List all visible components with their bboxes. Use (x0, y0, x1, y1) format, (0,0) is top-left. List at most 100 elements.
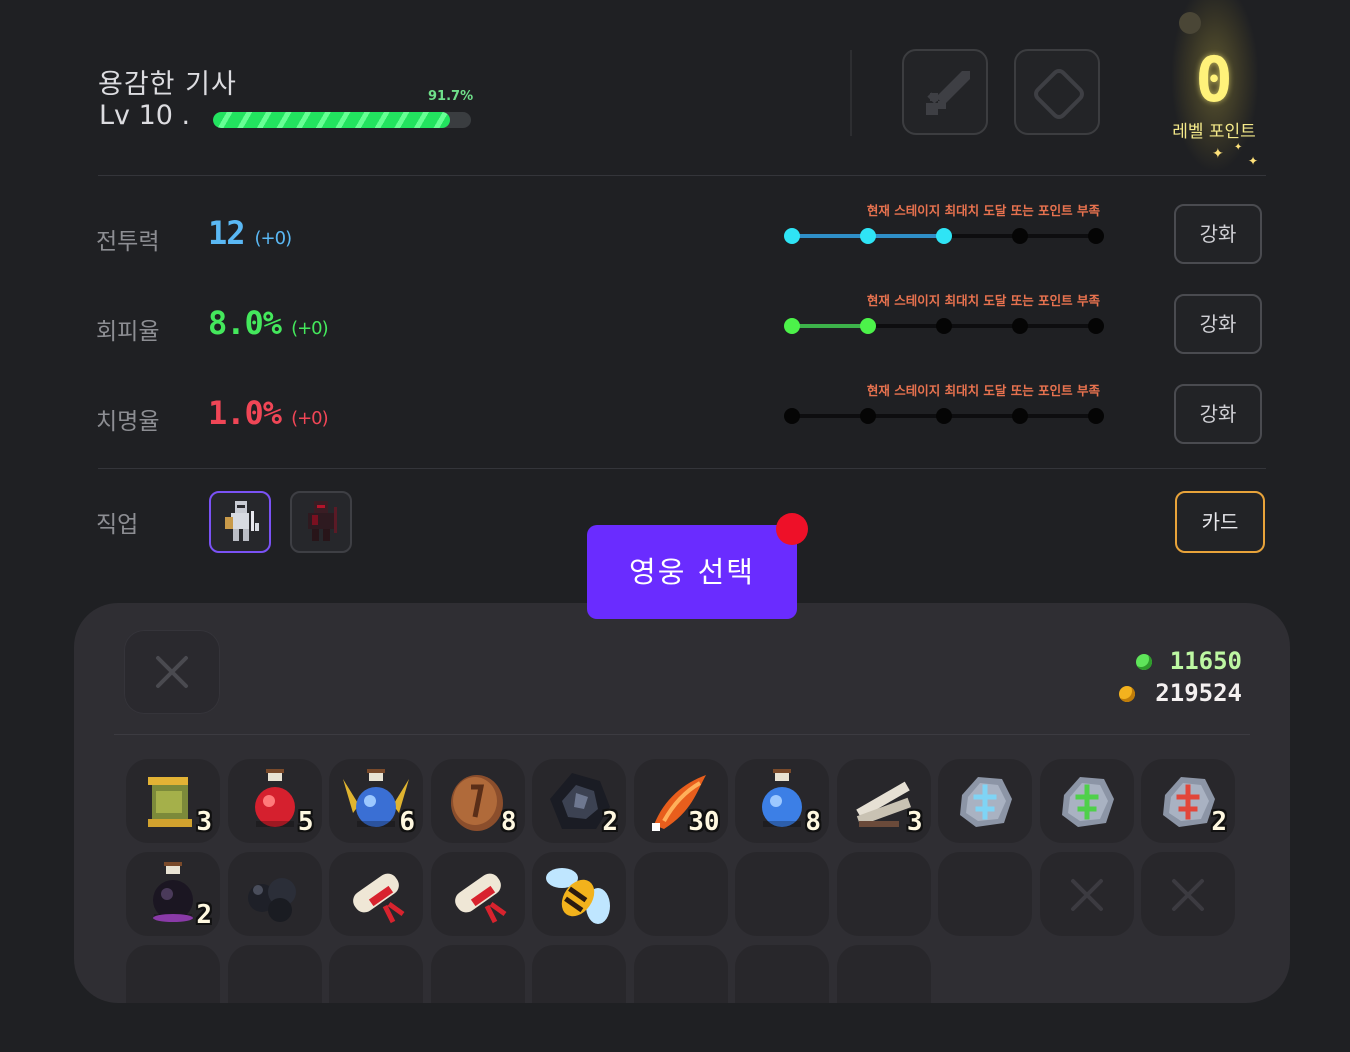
item-quantity: 2 (196, 900, 212, 930)
diamond-outline-icon (1034, 69, 1084, 119)
inventory-slot-empty (938, 852, 1032, 936)
stat-bonus: (+0) (254, 228, 293, 249)
locked-x-icon (1070, 879, 1103, 911)
equipment-slot-weapon[interactable] (902, 49, 988, 135)
stat-label: 치명율 (96, 409, 160, 435)
close-icon (156, 656, 188, 688)
inventory-slot-locked (1141, 852, 1235, 936)
hero-select-button[interactable]: 영웅 선택 (587, 525, 797, 619)
stat-bonus: (+0) (291, 408, 329, 429)
inventory-slot[interactable]: 30 (633, 759, 728, 843)
dark-knight-class-icon (308, 501, 337, 541)
scroll-icon (353, 873, 405, 924)
inventory-slot[interactable]: 3 (836, 759, 931, 843)
knight-class-icon (225, 501, 259, 541)
section-divider (98, 175, 1266, 176)
sparkle-icon: ✦ (1212, 146, 1224, 162)
stat-node-filled (860, 318, 876, 334)
upgrade-button[interactable]: 강화 (1174, 204, 1262, 264)
class-slot-dark-knight[interactable] (290, 491, 352, 553)
notification-dot (776, 513, 808, 545)
stat-value-number: 1.0% (208, 394, 282, 432)
inventory-slot[interactable]: 6 (329, 759, 423, 843)
inventory-slot[interactable]: 2 (1141, 759, 1235, 843)
item-quantity: 8 (500, 807, 517, 837)
inventory-slot-empty (633, 852, 728, 936)
inventory-slot-empty (735, 852, 829, 936)
level-point-value: 0 (1195, 43, 1233, 116)
sparkle-icon: ✦ (1248, 154, 1259, 168)
header-divider (850, 50, 852, 136)
inventory-slot[interactable] (1039, 759, 1134, 843)
stat-node-empty (1088, 408, 1104, 424)
gold-count: 219524 (1155, 679, 1242, 707)
inventory-slot-empty (836, 852, 931, 936)
inventory-slot-empty (836, 945, 931, 1003)
inventory-slot[interactable]: 8 (430, 759, 525, 843)
stat-node-empty (860, 408, 876, 424)
stat-warning-text: 현재 스테이지 최대치 도달 또는 포인트 부족 (866, 203, 1100, 218)
gem-count: 11650 (1169, 647, 1242, 675)
stat-track-fill (792, 324, 868, 328)
inventory-slot[interactable]: 3 (126, 759, 220, 843)
inventory-slot[interactable]: 8 (735, 759, 829, 843)
bee-icon (546, 868, 610, 924)
blue-rune-stone-icon (960, 777, 1012, 827)
inventory-slot[interactable] (938, 759, 1032, 843)
hero-name: 용감한 기사 (98, 69, 237, 100)
item-quantity: 3 (196, 807, 212, 837)
inventory-slot[interactable] (532, 852, 626, 936)
stat-node-empty (1012, 228, 1028, 244)
inventory-slot[interactable] (329, 852, 423, 936)
inventory-slot-empty (735, 945, 829, 1003)
stat-node-empty (1088, 318, 1104, 334)
inventory-slot[interactable] (430, 852, 525, 936)
item-quantity: 2 (602, 807, 618, 837)
stat-node-empty (1012, 408, 1028, 424)
stat-value: 1.0% (+0) (208, 394, 329, 432)
stat-node-filled (860, 228, 876, 244)
locked-x-icon (1172, 879, 1204, 911)
level-point-orb (1179, 12, 1201, 34)
gem-icon (1136, 654, 1152, 670)
stat-node-empty (936, 318, 952, 334)
coal-icon (247, 878, 296, 922)
upgrade-button[interactable]: 강화 (1174, 384, 1262, 444)
sparkle-icon: ✦ (1234, 142, 1243, 153)
inventory-slot[interactable] (227, 852, 322, 936)
stat-value-number: 8.0% (208, 304, 282, 342)
inventory-divider (114, 734, 1250, 735)
inventory-slot[interactable]: 2 (126, 852, 220, 936)
item-quantity: 5 (297, 807, 314, 837)
inventory-slot-empty (633, 945, 728, 1003)
item-quantity: 2 (1211, 807, 1227, 837)
scroll-icon (454, 873, 506, 924)
stat-value: 12 (+0) (208, 214, 293, 252)
stat-bonus: (+0) (291, 318, 329, 339)
stat-value: 8.0% (+0) (208, 304, 329, 342)
inventory-slot-empty (227, 945, 322, 1003)
equipment-slot-armor[interactable] (1014, 49, 1100, 135)
stat-warning-text: 현재 스테이지 최대치 도달 또는 포인트 부족 (866, 383, 1100, 398)
card-button[interactable]: 카드 (1175, 491, 1265, 553)
class-slot-knight[interactable] (209, 491, 271, 553)
stat-label: 회피율 (96, 319, 160, 345)
stat-warning-text: 현재 스테이지 최대치 도달 또는 포인트 부족 (866, 293, 1100, 308)
level-point-label: 레벨 포인트 (1172, 122, 1256, 142)
inventory-panel: 11650 219524 3 5 6 8 2 30 8 3 2 2 (74, 603, 1290, 1003)
item-quantity: 3 (906, 807, 923, 837)
xp-progress-bar (213, 112, 471, 128)
section-divider (98, 468, 1266, 469)
green-rune-stone-icon (1061, 777, 1114, 827)
job-label: 직업 (96, 512, 139, 538)
sword-icon (926, 71, 970, 115)
xp-progress-fill (213, 112, 450, 128)
inventory-slot-empty (430, 945, 525, 1003)
inventory-slot[interactable]: 5 (227, 759, 322, 843)
stat-label: 전투력 (96, 229, 160, 255)
upgrade-button[interactable]: 강화 (1174, 294, 1262, 354)
inventory-slot[interactable]: 2 (532, 759, 626, 843)
inventory-slot-empty (329, 945, 423, 1003)
inventory-close-button[interactable] (124, 630, 220, 714)
inventory-slot-locked (1039, 852, 1134, 936)
